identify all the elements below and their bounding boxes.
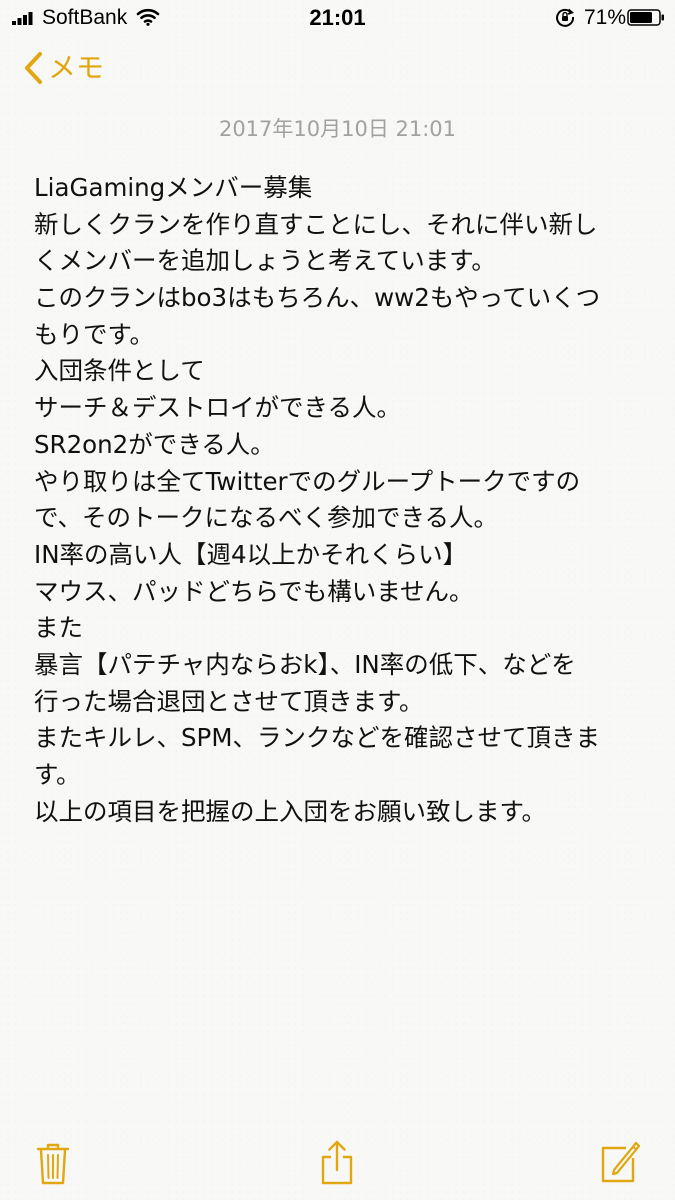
note-line: 行った場合退団とさせて頂きます。 bbox=[34, 686, 424, 716]
chevron-left-icon bbox=[25, 52, 42, 84]
note-line: 以上の項目を把握の上入団をお願い致します。 bbox=[34, 796, 547, 826]
note-timestamp: 2017年10月10日 21:01 bbox=[218, 117, 457, 141]
note-line: LiaGamingメンバー募集 bbox=[34, 173, 313, 202]
note-body[interactable]: LiaGamingメンバー募集 新しくクランを作り直すことにし、それに伴い新し … bbox=[34, 170, 649, 830]
trash-icon[interactable] bbox=[36, 1142, 70, 1186]
note-line: SR2on2ができる人。 bbox=[34, 429, 275, 459]
status-bar: SoftBank 21:01 71% bbox=[0, 0, 675, 40]
note-line: このクランはbo3はもちろん、ww2もやっていくつ bbox=[34, 283, 601, 313]
note-line: またキルレ、SPM、ランクなどを確認させて頂きま bbox=[34, 723, 600, 753]
note-line: くメンバーを追加しょうと考えています。 bbox=[34, 246, 496, 276]
battery-icon bbox=[627, 9, 664, 26]
note-line: マウス、パッドどちらでも構いません。 bbox=[34, 576, 474, 606]
note-line: す。 bbox=[34, 760, 81, 789]
back-button[interactable]: メモ bbox=[22, 50, 104, 86]
back-label: メモ bbox=[48, 51, 105, 84]
note-line: サーチ＆デストロイができる人。 bbox=[34, 393, 402, 423]
note-line: また bbox=[34, 613, 83, 643]
battery-percent: 71% bbox=[584, 6, 627, 29]
rotation-lock-icon bbox=[556, 8, 575, 27]
note-line: 新しくクランを作り直すことにし、それに伴い新し bbox=[34, 209, 598, 239]
note-line: 入団条件として bbox=[34, 356, 205, 386]
note-line: IN率の高い人【週4以上かそれくらい】 bbox=[34, 539, 468, 569]
note-line: 暴言【パテチャ内ならおk】、IN率の低下、などを bbox=[34, 649, 576, 679]
compose-icon[interactable] bbox=[600, 1138, 640, 1184]
note-line: やり取りは全てTwitterでのグループトークですの bbox=[34, 466, 581, 496]
note-line: もりです。 bbox=[34, 319, 155, 349]
share-icon[interactable] bbox=[320, 1140, 354, 1186]
note-line: で、そのトークになるべく参加できる人。 bbox=[34, 503, 499, 533]
notes-screen: SoftBank 21:01 71% メモ 2017年10月10日 21:01 … bbox=[0, 0, 675, 1200]
